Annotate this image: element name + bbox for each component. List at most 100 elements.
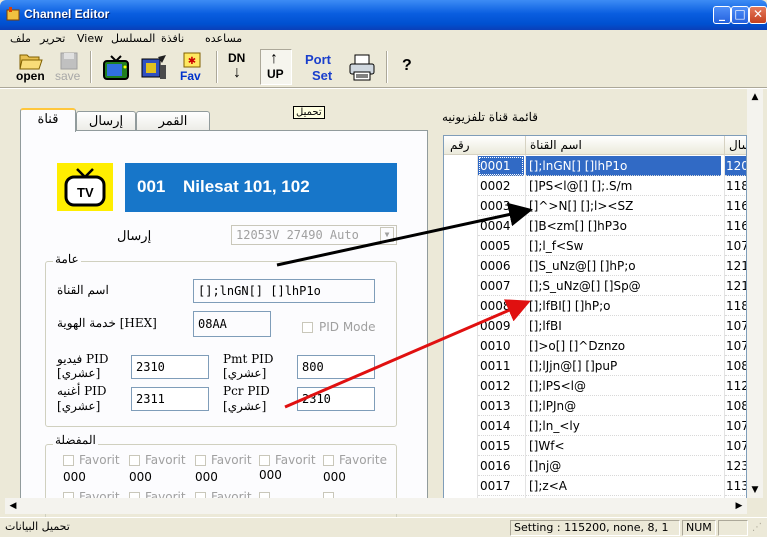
menu-series[interactable]: المسلسل <box>111 32 155 45</box>
menu-file[interactable]: ملف <box>10 32 31 45</box>
row-num: 0001 <box>478 156 524 176</box>
pcr-pid-label: Pcr PID <box>223 384 270 398</box>
table-row[interactable]: 0010 []>o[] []^Dznzo 107 <box>444 336 746 356</box>
pcr-pid-field[interactable]: 2310 <box>297 387 375 411</box>
tooltip: تحميل <box>293 106 325 119</box>
audio-pid-label: أغنيه PID <box>57 384 107 398</box>
window-title: Channel Editor <box>24 7 110 21</box>
service-id-label: خدمة الهوية [HEX] <box>57 316 157 330</box>
table-row[interactable]: 0013 [];lPJn@ 108 <box>444 396 746 416</box>
arrow-down-icon: ↓ <box>233 64 241 81</box>
favorite-value-4: 000 <box>259 468 282 482</box>
status-message: تحميل البيانات <box>5 520 70 533</box>
row-freq: 116 <box>725 196 746 216</box>
video-pid-field[interactable]: 2310 <box>131 355 209 379</box>
pid-mode-checkbox[interactable] <box>302 322 313 333</box>
move-down-button[interactable]: DN ↓ <box>224 49 252 85</box>
row-name: [];lPS<l@ <box>526 376 721 396</box>
audio-pid-field[interactable]: 2311 <box>131 387 209 411</box>
table-row[interactable]: 0009 [];lfBI 107 <box>444 316 746 336</box>
title-bar[interactable]: Channel Editor _ □ ✕ <box>0 0 767 30</box>
table-row[interactable]: 0002 []PS<l@[] [];.S/m 118 <box>444 176 746 196</box>
toolbar: open save ✱ Fav DN ↓ ↑ UP Port Set ? <box>6 49 761 87</box>
table-row[interactable]: 0015 []Wf< 107 <box>444 436 746 456</box>
favorite-checkbox-4[interactable] <box>259 455 270 466</box>
open-button[interactable]: open <box>12 49 48 85</box>
general-group-title: عامة <box>53 252 81 266</box>
row-freq: 113 <box>725 476 746 496</box>
save-button[interactable]: save <box>52 49 84 85</box>
table-row[interactable]: 0004 []B<zm[] []hP3o 116 <box>444 216 746 236</box>
tab-satellite[interactable]: القمر الصناعي <box>136 111 210 148</box>
tab-channel[interactable]: قناة <box>20 108 76 132</box>
scroll-right-icon[interactable]: ▶ <box>731 498 747 514</box>
pmt-pid-field[interactable]: 800 <box>297 355 375 379</box>
favorite-label-2: Favorit <box>145 453 186 467</box>
table-row[interactable]: 0001 [];lnGN[] []lhP1o 120 <box>444 156 746 176</box>
row-name: [];lfBI[] []hP;o <box>526 296 721 316</box>
move-up-button[interactable]: ↑ UP <box>260 49 292 85</box>
tv-button[interactable] <box>98 49 132 85</box>
print-button[interactable] <box>344 49 378 85</box>
horizontal-scrollbar[interactable]: ◀ ▶ <box>5 498 747 514</box>
satellite-icon <box>141 55 166 79</box>
row-num: 0004 <box>478 216 524 236</box>
folder-open-icon <box>19 54 43 70</box>
row-name: [];l_f<Sw <box>526 236 721 256</box>
table-row[interactable]: 0003 []^>N[] [];l><SZ 116 <box>444 196 746 216</box>
favorite-checkbox-1[interactable] <box>63 455 74 466</box>
column-header-freq[interactable]: سال <box>725 136 746 155</box>
favorite-label-3: Favorit <box>211 453 252 467</box>
maximize-button[interactable]: □ <box>731 6 749 24</box>
row-num: 0008 <box>478 296 524 316</box>
menu-edit[interactable]: تحرير <box>40 32 65 45</box>
scroll-left-icon[interactable]: ◀ <box>5 498 21 514</box>
tv-logo: TV <box>57 163 113 211</box>
port-set-button[interactable]: Port Set <box>302 49 338 85</box>
column-header-name[interactable]: اسم القناة <box>526 136 725 155</box>
tab-transmit[interactable]: إرسال <box>76 111 136 131</box>
status-empty-pane <box>718 520 748 536</box>
save-disk-icon <box>60 52 78 70</box>
favorite-checkbox-2[interactable] <box>129 455 140 466</box>
table-row[interactable]: 0006 []S_uNz@[] []hP;o 121 <box>444 256 746 276</box>
toolbar-separator <box>90 51 92 83</box>
service-id-field[interactable]: 08AA <box>193 311 271 337</box>
minimize-button[interactable]: _ <box>713 6 731 24</box>
row-freq: 118 <box>725 296 746 316</box>
status-bar: تحميل البيانات Setting : 115200, none, 8… <box>0 517 767 537</box>
toolbar-divider <box>0 87 767 89</box>
table-row[interactable]: 0016 []nj@ 123 <box>444 456 746 476</box>
row-num: 0012 <box>478 376 524 396</box>
menu-window[interactable]: نافذة <box>161 32 184 45</box>
scroll-down-icon[interactable]: ▼ <box>747 482 763 498</box>
menu-view[interactable]: View <box>77 32 103 45</box>
table-row[interactable]: 0014 [];ln_<ly 107 <box>444 416 746 436</box>
channel-satellite: Nilesat 101, 102 <box>183 177 310 196</box>
favorite-checkbox-5[interactable] <box>323 455 334 466</box>
resize-grip-icon[interactable]: ⋰ <box>752 522 762 533</box>
channel-number: 001 <box>137 177 166 196</box>
table-row[interactable]: 0012 [];lPS<l@ 112 <box>444 376 746 396</box>
transmit-select[interactable]: 12053V 27490 Auto ▼ <box>231 225 397 245</box>
fav-button[interactable]: ✱ Fav <box>174 49 206 85</box>
vertical-scrollbar[interactable]: ▲ ▼ <box>747 89 763 498</box>
row-name: []nj@ <box>526 456 721 476</box>
table-row[interactable]: 0011 [];lJjn@[] []puP 108 <box>444 356 746 376</box>
help-button[interactable]: ? <box>392 49 420 85</box>
table-row[interactable]: 0008 [];lfBI[] []hP;o 118 <box>444 296 746 316</box>
satellite-button[interactable] <box>134 49 170 85</box>
row-num: 0006 <box>478 256 524 276</box>
table-row[interactable]: 0007 [];S_uNz@[] []Sp@ 121 <box>444 276 746 296</box>
channel-name-field[interactable]: [];lnGN[] []lhP1o <box>193 279 375 303</box>
row-freq: 107 <box>725 236 746 256</box>
table-row[interactable]: 0017 [];z<A 113 <box>444 476 746 496</box>
channel-list[interactable]: رقم اسم القناة سال 0001[];lnGN[] []lhP1o… <box>443 135 747 499</box>
table-row[interactable]: 0005 [];l_f<Sw 107 <box>444 236 746 256</box>
menu-help[interactable]: مساعده <box>205 32 242 45</box>
row-name: [];lnGN[] []lhP1o <box>526 156 721 176</box>
favorite-checkbox-3[interactable] <box>195 455 206 466</box>
column-header-number[interactable]: رقم <box>444 136 526 155</box>
scroll-up-icon[interactable]: ▲ <box>747 89 763 105</box>
close-button[interactable]: ✕ <box>749 6 767 24</box>
